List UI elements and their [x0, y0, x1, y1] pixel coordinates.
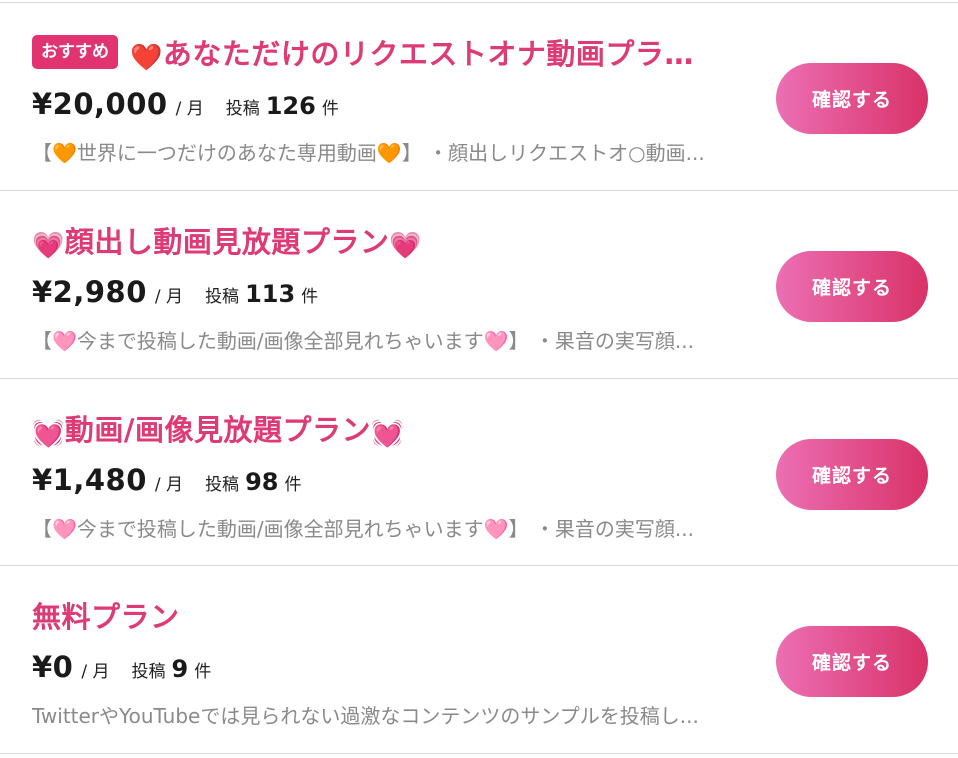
plan-card: 💗顔出し動画見放題プラン💗 ¥2,980 / 月 投稿 113 件 【🩷今まで投… [0, 191, 958, 378]
beating-heart-icon: 💓 [370, 419, 404, 449]
price-row: ¥1,480 / 月 投稿 98 件 [32, 463, 301, 499]
plan-price: ¥0 [32, 650, 74, 684]
posts-count: 9 [171, 655, 189, 683]
plan-title-text: 動画/画像見放題プラン [64, 413, 371, 447]
posts-label: 投稿 [205, 287, 240, 307]
plan-title-text: 無料プラン [32, 600, 180, 634]
plan-description: 【🩷今まで投稿した動画/画像全部見れちゃいます🩷】 ・果音の実写顔... [32, 329, 694, 353]
plan-title-row: 💗顔出し動画見放題プラン💗 [32, 217, 422, 263]
plan-title[interactable]: 無料プラン [32, 594, 180, 636]
plan-card-free: 無料プラン ¥0 / 月 投稿 9 件 TwitterやYouTubeでは見られ… [0, 566, 958, 753]
per-month-label: / 月 [154, 287, 184, 307]
plan-card: 💓動画/画像見放題プラン💓 ¥1,480 / 月 投稿 98 件 【🩷今まで投稿… [0, 379, 958, 566]
confirm-button[interactable]: 確認する [776, 63, 928, 134]
posts-count: 98 [245, 468, 279, 496]
posts-unit: 件 [321, 99, 339, 119]
per-month-label: / 月 [175, 99, 204, 119]
per-month-label: / 月 [154, 475, 184, 495]
price-row: ¥20,000 / 月 投稿 126 件 [32, 87, 339, 123]
posts-count: 126 [265, 92, 316, 120]
plan-card-recommended: おすすめ ❤️あなただけのリクエストオナ動画プラン... ¥20,000 / 月… [0, 3, 958, 190]
plan-title-text: あなただけのリクエストオナ動画プラン... [162, 37, 705, 71]
plan-title[interactable]: ❤️あなただけのリクエストオナ動画プラン... [130, 31, 705, 73]
confirm-button[interactable]: 確認する [776, 626, 928, 697]
plan-title[interactable]: 💗顔出し動画見放題プラン💗 [32, 219, 422, 261]
posts-unit: 件 [284, 475, 302, 495]
recommended-badge: おすすめ [32, 35, 118, 69]
confirm-button[interactable]: 確認する [776, 251, 928, 322]
plan-list: おすすめ ❤️あなただけのリクエストオナ動画プラン... ¥20,000 / 月… [0, 0, 958, 758]
plan-title-text: 顔出し動画見放題プラン [64, 225, 390, 259]
per-month-label: / 月 [81, 662, 110, 682]
posts-label: 投稿 [225, 99, 260, 119]
plan-price: ¥1,480 [32, 463, 147, 497]
beating-heart-icon: 💓 [32, 419, 65, 449]
posts-unit: 件 [301, 287, 319, 307]
plan-title[interactable]: 💓動画/画像見放題プラン💓 [32, 407, 404, 449]
confirm-button[interactable]: 確認する [776, 439, 928, 510]
posts-count: 113 [245, 280, 296, 308]
posts-unit: 件 [194, 662, 212, 682]
plan-description: TwitterやYouTubeでは見られない過激なコンテンツのサンプルを投稿し.… [32, 704, 699, 728]
plan-title-row: おすすめ ❤️あなただけのリクエストオナ動画プラン... [32, 29, 705, 75]
plan-price: ¥20,000 [32, 87, 168, 121]
plan-title-row: 無料プラン [32, 592, 180, 638]
posts-label: 投稿 [131, 662, 166, 682]
plan-description: 【🩷今まで投稿した動画/画像全部見れちゃいます🩷】 ・果音の実写顔... [32, 517, 694, 541]
price-row: ¥0 / 月 投稿 9 件 [32, 650, 211, 686]
red-heart-icon: ❤️ [130, 43, 163, 73]
plan-description: 【🧡世界に一つだけのあなた専用動画🧡】 ・顔出しリクエストオ○動画... [32, 141, 705, 165]
plan-price: ¥2,980 [32, 275, 147, 309]
growing-heart-icon: 💗 [32, 231, 65, 261]
divider [0, 753, 958, 754]
posts-label: 投稿 [205, 475, 240, 495]
plan-title-row: 💓動画/画像見放題プラン💓 [32, 405, 404, 451]
growing-heart-icon: 💗 [389, 231, 423, 261]
price-row: ¥2,980 / 月 投稿 113 件 [32, 275, 318, 311]
